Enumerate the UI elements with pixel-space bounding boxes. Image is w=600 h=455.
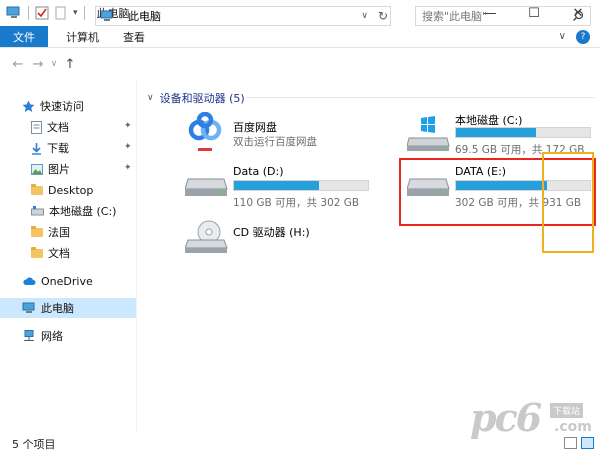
address-bar[interactable]: › 此电脑 ∨ ↻ <box>95 6 391 26</box>
nav-item-this-pc[interactable]: 此电脑 <box>0 298 136 318</box>
breadcrumb-separator-icon[interactable]: › <box>119 11 123 22</box>
search-icon[interactable] <box>572 10 584 22</box>
back-arrow-icon[interactable]: ← <box>8 57 28 72</box>
baidu-netdisk-icon <box>185 112 225 154</box>
group-divider <box>245 97 595 98</box>
group-header-label: 设备和驱动器 (5) <box>159 92 245 105</box>
usage-bar-fill <box>456 128 536 137</box>
usage-bar-fill <box>234 181 320 190</box>
nav-item-local-disk-c[interactable]: 本地磁盘 (C:) <box>31 201 116 221</box>
nav-item-label: 此电脑 <box>41 302 74 315</box>
orange-highlight-box <box>542 152 594 253</box>
navigation-pane: 快速访问 文档 ✦ 下载 ✦ 图片 ✦ Desktop 本地磁盘 (C:) 法国… <box>0 80 137 432</box>
cd-drive-icon <box>185 220 228 253</box>
toolbar-separator <box>28 6 29 20</box>
tile-subtitle: 双击运行百度网盘 <box>233 136 317 148</box>
tile-name: CD 驱动器 (H:) <box>233 226 310 239</box>
watermark-tag: 下载站 <box>550 403 584 418</box>
tile-subtitle: 110 GB 可用，共 302 GB <box>233 197 360 209</box>
nav-item-label: 本地磁盘 (C:) <box>49 205 117 218</box>
breadcrumb-this-pc[interactable]: 此电脑 <box>128 8 161 24</box>
content-pane: ∨ 设备和驱动器 (5) 百度网盘 双击运行百度网盘 本地磁盘 (C:) 69.… <box>137 80 600 432</box>
computer-icon <box>22 302 35 313</box>
nav-item-label: 下载 <box>47 142 69 155</box>
search-box[interactable]: 搜索"此电脑" <box>415 6 591 26</box>
nav-item-downloads[interactable]: 下载 <box>31 138 69 158</box>
pin-icon[interactable]: ✦ <box>124 142 132 152</box>
nav-item-label: 图片 <box>48 163 70 176</box>
drive-icon <box>31 206 44 216</box>
usage-bar <box>455 127 591 138</box>
usage-bar <box>233 180 369 191</box>
nav-item-label: 法国 <box>48 226 70 239</box>
computer-icon <box>6 6 20 18</box>
chevron-down-icon[interactable]: ∨ <box>147 93 154 103</box>
tab-view[interactable]: 查看 <box>111 26 157 47</box>
nav-item-label: 文档 <box>48 247 70 260</box>
folder-icon <box>31 225 43 237</box>
search-input[interactable]: 搜索"此电脑" <box>422 8 487 24</box>
picture-icon <box>31 163 43 175</box>
nav-item-quick-access[interactable]: 快速访问 <box>22 96 84 116</box>
item-count: 5 个项目 <box>12 437 56 451</box>
nav-item-desktop[interactable]: Desktop <box>31 180 93 200</box>
nav-item-pictures[interactable]: 图片 <box>31 159 70 179</box>
document-icon <box>31 120 42 134</box>
nav-item-label: 文档 <box>47 121 69 134</box>
quick-access-toolbar: ▾ <box>0 6 85 20</box>
up-arrow-icon[interactable]: ↑ <box>60 57 80 72</box>
address-dropdown-icon[interactable]: ∨ <box>361 11 368 21</box>
watermark-domain: .com <box>554 419 592 435</box>
star-icon <box>22 100 35 112</box>
hard-drive-icon <box>185 178 228 196</box>
tile-name: 本地磁盘 (C:) <box>455 114 523 127</box>
tile-data-d[interactable]: Data (D:) 110 GB 可用，共 302 GB <box>185 163 375 209</box>
cloud-icon <box>23 277 36 285</box>
pc6-watermark: pc6 下载站 .com <box>470 395 595 445</box>
recent-locations-icon[interactable]: ∨ <box>48 59 60 69</box>
ribbon-tabs: 文件 计算机 查看 ∨ ? <box>0 26 600 48</box>
address-row: ← → ∨ ↑ <box>0 48 600 80</box>
help-icon[interactable]: ? <box>576 29 590 44</box>
toolbar-separator <box>83 6 85 20</box>
tile-cd-drive-h[interactable]: CD 驱动器 (H:) <box>185 218 375 258</box>
nav-item-network[interactable]: 网络 <box>22 326 63 346</box>
tab-computer[interactable]: 计算机 <box>54 26 111 47</box>
tile-local-disk-c[interactable]: 本地磁盘 (C:) 69.5 GB 可用，共 172 GB <box>407 110 597 156</box>
nav-item-documents-folder[interactable]: 文档 <box>31 243 70 263</box>
customize-toolbar-icon[interactable]: ▾ <box>73 8 78 18</box>
nav-item-documents[interactable]: 文档 <box>31 117 69 137</box>
tab-file[interactable]: 文件 <box>0 26 48 47</box>
windows-drive-icon <box>407 116 450 151</box>
computer-icon <box>100 10 113 21</box>
folder-icon <box>31 246 43 258</box>
nav-item-label: 网络 <box>41 330 63 343</box>
refresh-icon[interactable]: ↻ <box>378 9 388 23</box>
group-header-devices[interactable]: ∨ 设备和驱动器 (5) <box>147 90 245 106</box>
download-icon <box>32 142 41 155</box>
nav-item-label: OneDrive <box>41 274 93 288</box>
pin-icon[interactable]: ✦ <box>124 121 132 131</box>
properties-icon[interactable] <box>35 6 49 20</box>
ribbon-right-controls: ∨ ? <box>559 26 600 47</box>
tile-name: Data (D:) <box>233 165 284 178</box>
new-folder-icon[interactable] <box>55 6 67 20</box>
folder-icon <box>31 183 43 195</box>
nav-item-onedrive[interactable]: OneDrive <box>22 271 93 291</box>
watermark-logo: pc6 <box>470 395 542 440</box>
nav-item-label: Desktop <box>48 183 94 197</box>
tile-name: 百度网盘 <box>233 121 277 134</box>
nav-item-label: 快速访问 <box>40 100 84 113</box>
pin-icon[interactable]: ✦ <box>124 163 132 173</box>
forward-arrow-icon[interactable]: → <box>28 57 48 72</box>
tile-baidu-netdisk[interactable]: 百度网盘 双击运行百度网盘 <box>185 110 365 156</box>
ribbon-expand-icon[interactable]: ∨ <box>559 31 566 42</box>
network-icon <box>24 330 34 341</box>
nav-item-france[interactable]: 法国 <box>31 222 70 242</box>
